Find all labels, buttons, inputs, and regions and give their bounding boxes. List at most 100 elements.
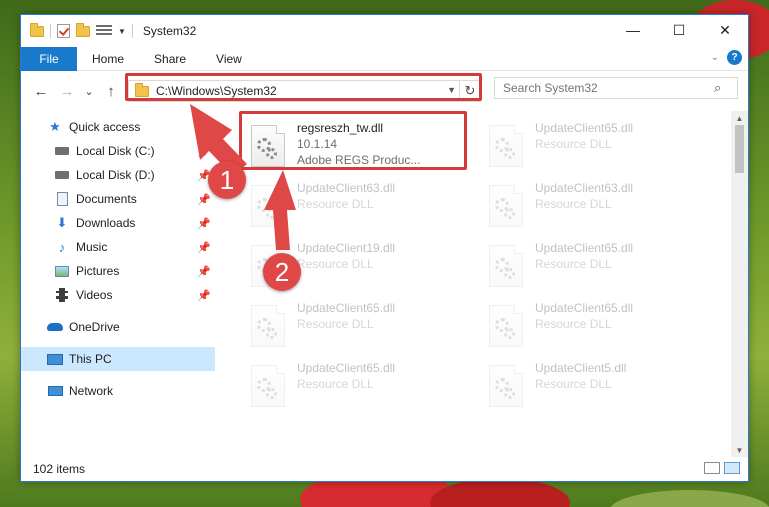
recent-locations-button[interactable]: ⌄	[78, 80, 100, 102]
file-type: Resource DLL	[535, 317, 612, 331]
dll-file-icon	[251, 305, 285, 347]
tab-home[interactable]: Home	[77, 47, 139, 71]
download-icon: ⬇	[56, 215, 68, 230]
file-item[interactable]: UpdateClient65.dll Resource DLL	[481, 117, 706, 175]
music-icon: ♪	[58, 239, 66, 255]
dll-file-icon	[489, 365, 523, 407]
file-item[interactable]: UpdateClient65.dll Resource DLL	[481, 237, 706, 295]
file-type: Resource DLL	[535, 137, 612, 151]
drive-icon	[53, 167, 71, 183]
sidebar-item-this-pc[interactable]: This PC	[21, 347, 215, 371]
close-icon[interactable]: ✕	[702, 15, 748, 45]
file-item[interactable]: UpdateClient63.dll Resource DLL	[481, 177, 706, 235]
tab-file[interactable]: File	[21, 46, 77, 71]
pictures-icon	[53, 263, 71, 279]
file-name: UpdateClient19.dll	[297, 241, 396, 255]
file-name: UpdateClient5.dll	[535, 361, 627, 375]
pin-icon: 📌	[197, 241, 211, 254]
sidebar-item-downloads[interactable]: ⬇ Downloads 📌	[21, 211, 215, 235]
file-name: UpdateClient63.dll	[297, 181, 396, 195]
sidebar-item-music[interactable]: ♪ Music 📌	[21, 235, 215, 259]
file-item[interactable]: UpdateClient65.dll Resource DLL	[243, 297, 468, 355]
scroll-up-icon[interactable]: ▲	[731, 111, 748, 125]
pin-icon: 📌	[197, 289, 211, 302]
navigation-pane: ★ Quick access Local Disk (C:) 📌 Local D…	[21, 111, 215, 467]
large-icons-view-icon[interactable]	[724, 462, 740, 474]
sidebar-item-local-disk-c[interactable]: Local Disk (C:) 📌	[21, 139, 215, 163]
search-icon[interactable]: ⌕	[714, 80, 721, 96]
scroll-thumb[interactable]	[735, 125, 744, 173]
divider	[50, 24, 51, 38]
window-controls: — ☐ ✕	[610, 15, 748, 45]
file-item[interactable]: UpdateClient5.dll Resource DLL	[481, 357, 706, 415]
flower-petal	[430, 478, 570, 507]
star-icon: ★	[49, 119, 61, 134]
step-1-badge: 1	[208, 161, 246, 199]
scroll-down-icon[interactable]: ▼	[731, 443, 748, 457]
file-item[interactable]: UpdateClient63.dll Resource DLL	[243, 177, 468, 235]
file-name: UpdateClient63.dll	[535, 181, 634, 195]
dll-file-icon	[489, 125, 523, 167]
file-highlight	[239, 111, 467, 170]
pin-icon: 📌	[197, 265, 211, 278]
sidebar-item-label: Quick access	[69, 120, 141, 134]
tab-share[interactable]: Share	[139, 47, 201, 71]
ribbon-right-controls: ⌄ ?	[711, 50, 742, 65]
search-input[interactable]	[494, 77, 738, 99]
forward-button[interactable]: →	[56, 80, 78, 102]
file-item[interactable]: UpdateClient65.dll Resource DLL	[243, 357, 468, 415]
maximize-icon[interactable]: ☐	[656, 15, 702, 45]
folder-icon	[30, 22, 44, 37]
divider	[131, 24, 133, 38]
dll-file-icon	[489, 245, 523, 287]
computer-icon	[46, 351, 64, 367]
file-name: UpdateClient65.dll	[297, 361, 396, 375]
sidebar-item-local-disk-d[interactable]: Local Disk (D:) 📌	[21, 163, 215, 187]
dll-file-icon	[251, 365, 285, 407]
pin-icon: 📌	[197, 193, 211, 206]
sidebar-item-label: Network	[69, 384, 114, 398]
sidebar-item-onedrive[interactable]: OneDrive	[21, 315, 215, 339]
video-icon	[53, 287, 71, 303]
address-bar-highlight	[125, 73, 482, 101]
pin-icon: 📌	[197, 217, 211, 230]
dll-file-icon	[489, 185, 523, 227]
customize-toolbar-icon[interactable]: ▼	[118, 27, 126, 36]
leaf	[610, 490, 769, 507]
back-button[interactable]: ←	[30, 80, 52, 102]
file-item[interactable]: UpdateClient65.dll Resource DLL	[481, 297, 706, 355]
sidebar-item-quick-access[interactable]: ★ Quick access	[21, 115, 215, 139]
file-name: UpdateClient65.dll	[535, 121, 634, 135]
vertical-scrollbar[interactable]: ▲ ▼	[731, 111, 748, 457]
properties-check-icon[interactable]	[57, 24, 70, 38]
file-type: Resource DLL	[297, 197, 374, 211]
details-view-icon[interactable]	[704, 462, 720, 474]
sidebar-item-label: OneDrive	[69, 320, 120, 334]
expand-ribbon-icon[interactable]: ⌄	[711, 52, 719, 63]
sidebar-item-pictures[interactable]: Pictures 📌	[21, 259, 215, 283]
file-name: UpdateClient65.dll	[535, 241, 634, 255]
window-title: System32	[142, 24, 197, 38]
dll-file-icon	[251, 185, 285, 227]
title-bar: ▼ System32 — ☐ ✕	[21, 15, 748, 47]
status-bar: 102 items	[21, 457, 748, 481]
sidebar-item-label: Documents	[76, 192, 137, 206]
sidebar-item-documents[interactable]: Documents 📌	[21, 187, 215, 211]
list-icon[interactable]	[96, 25, 112, 37]
file-type: Resource DLL	[535, 377, 612, 391]
help-icon[interactable]: ?	[727, 50, 742, 65]
quick-access-toolbar: ▼	[21, 22, 133, 38]
sidebar-item-network[interactable]: Network	[21, 379, 215, 403]
file-type: Resource DLL	[297, 317, 374, 331]
documents-icon	[53, 191, 71, 207]
minimize-icon[interactable]: —	[610, 15, 656, 45]
sidebar-item-label: Music	[76, 240, 108, 254]
file-name: UpdateClient65.dll	[535, 301, 634, 315]
file-type: Resource DLL	[535, 197, 612, 211]
network-icon	[46, 383, 64, 399]
sidebar-item-label: Downloads	[76, 216, 136, 230]
sidebar-item-videos[interactable]: Videos 📌	[21, 283, 215, 307]
up-button[interactable]: ↑	[100, 80, 122, 102]
new-folder-icon[interactable]	[76, 22, 90, 37]
tab-view[interactable]: View	[201, 47, 257, 71]
